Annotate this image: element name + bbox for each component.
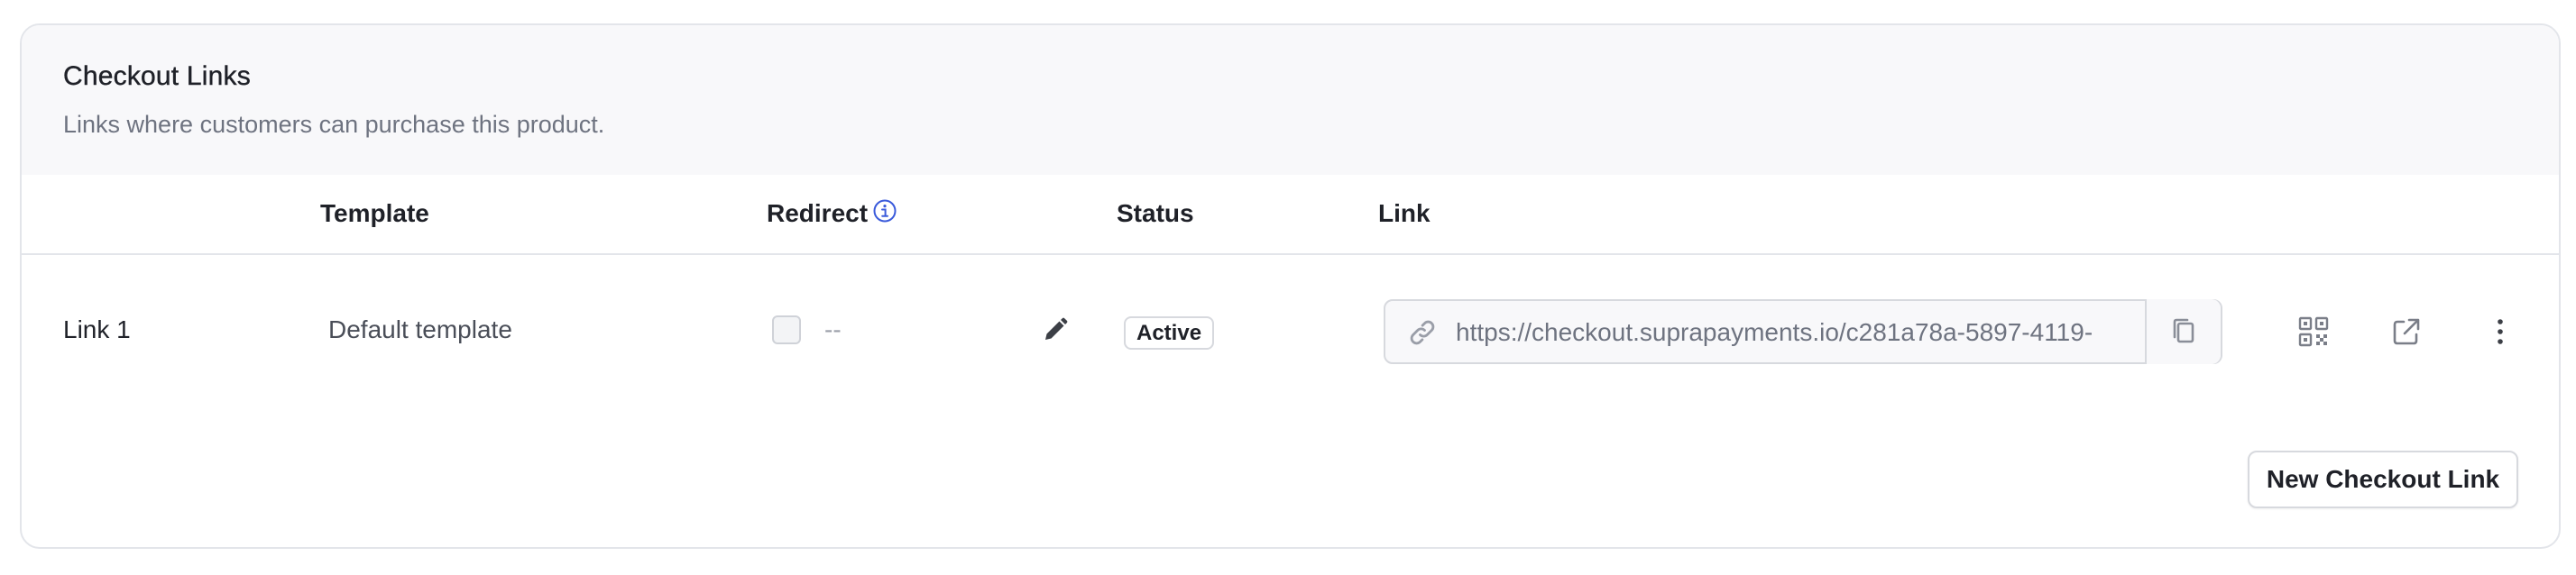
column-header-status: Status bbox=[1117, 199, 1194, 227]
column-header-redirect: Redirect bbox=[767, 199, 869, 227]
pencil-icon[interactable] bbox=[1039, 314, 1072, 346]
card-description: Links where customers can purchase this … bbox=[63, 111, 605, 138]
checkout-links-card: Checkout Links Links where customers can… bbox=[20, 23, 2561, 549]
checkout-link-url: https://checkout.suprapayments.io/c281a7… bbox=[1456, 318, 2093, 346]
redirect-checkbox[interactable] bbox=[772, 315, 801, 344]
column-header-template: Template bbox=[320, 199, 429, 227]
qr-code-button[interactable] bbox=[2292, 310, 2335, 353]
more-options-button[interactable] bbox=[2479, 310, 2522, 353]
open-link-button[interactable] bbox=[2385, 310, 2428, 353]
info-icon[interactable] bbox=[872, 198, 897, 224]
column-header-link: Link bbox=[1378, 199, 1431, 227]
redirect-value: -- bbox=[824, 315, 842, 343]
card-title: Checkout Links bbox=[63, 61, 251, 91]
copy-link-button[interactable] bbox=[2145, 299, 2221, 364]
template-name: Default template bbox=[328, 315, 512, 343]
card-header: Checkout Links Links where customers can… bbox=[22, 25, 2559, 175]
new-checkout-link-button[interactable]: New Checkout Link bbox=[2248, 451, 2518, 508]
link-chain-icon bbox=[1405, 315, 1440, 350]
status-badge: Active bbox=[1124, 316, 1215, 350]
link-name: Link 1 bbox=[63, 315, 131, 343]
table-header-divider bbox=[22, 253, 2559, 255]
checkout-link-field[interactable]: https://checkout.suprapayments.io/c281a7… bbox=[1384, 299, 2222, 364]
